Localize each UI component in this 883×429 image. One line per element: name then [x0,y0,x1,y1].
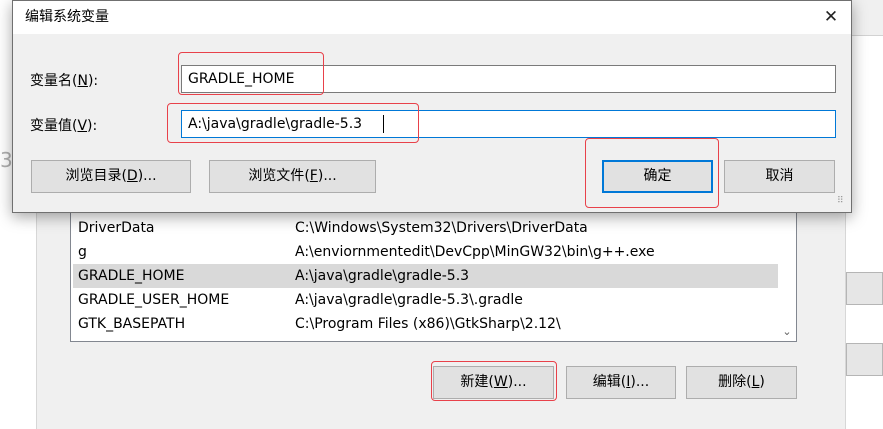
new-variable-button[interactable]: 新建(W)... [433,366,554,399]
variable-name-label-text: 变量名 [30,73,72,89]
screen: 3 DriverData C:\Windows\System32\Drivers\… [0,0,883,429]
variable-value-cell: A:\enviornmentedit\DevCpp\MinGW32\bin\g+… [295,244,655,260]
variable-value-input[interactable] [181,110,836,138]
browse-file-key: F [309,168,318,184]
browse-file-button[interactable]: 浏览文件(F)... [209,160,376,193]
ok-button[interactable]: 确定 [602,160,713,193]
variable-name-label: 变量名(N): [30,73,99,89]
variable-name-cell: GRADLE_HOME [78,268,185,284]
variable-value-label: 变量值(V): [30,118,98,134]
edit-button-suffix: ... [635,374,650,390]
browse-directory-suffix: ... [143,168,157,184]
list-scrollbar[interactable]: ⌄ [778,211,796,341]
table-row[interactable]: GRADLE_HOME A:\java\gradle\gradle-5.3 [73,264,778,288]
variable-name-cell: JAVA_HOME [78,336,158,341]
browse-file-suffix: ... [323,168,337,184]
variable-value-cell: A:\java\gradle\gradle-5.3 [295,268,470,284]
new-button-key: W [493,374,508,390]
variable-name-cell: DriverData [78,220,155,236]
edit-button-key: I [626,374,631,390]
table-row[interactable]: g A:\enviornmentedit\DevCpp\MinGW32\bin\g… [73,240,778,264]
variable-name-input[interactable] [181,65,836,93]
table-row[interactable]: DriverData C:\Windows\System32\Drivers\Dr… [73,216,778,240]
variable-name-cell: GTK_BASEPATH [78,316,186,332]
browse-directory-text: 浏览目录 [65,168,122,184]
edit-variable-button[interactable]: 编辑(I)... [566,366,676,399]
edit-system-variable-dialog: 编辑系统变量 ✕ 变量名(N): 变量值(V): 浏览目录(D)... 浏览文件… [12,0,852,213]
variable-value-label-text: 变量值 [30,118,72,134]
table-row[interactable]: GRADLE_USER_HOME A:\java\gradle\gradle-5.… [73,288,778,312]
delete-button-text: 删除 [718,374,747,390]
system-variables-list[interactable]: DriverData C:\Windows\System32\Drivers\Dr… [70,210,797,342]
table-row[interactable]: JAVA_HOME C:\Program Files\Java\jdk1.8.0_… [73,336,778,341]
background-button-fragment[interactable] [846,343,883,376]
cancel-button[interactable]: 取消 [724,160,835,193]
dialog-title: 编辑系统变量 [25,9,109,25]
variable-name-cell: g [78,244,87,260]
variable-value-access-key: V [77,118,88,134]
new-button-text: 新建 [460,374,489,390]
delete-variable-button[interactable]: 删除(L) [686,366,797,399]
variable-value-cell: C:\Program Files (x86)\GtkSharp\2.12\ [295,316,561,332]
browse-file-text: 浏览文件 [248,168,305,184]
dialog-titlebar: 编辑系统变量 ✕ [13,1,851,34]
scroll-down-arrow-icon[interactable]: ⌄ [780,325,794,339]
variable-name-cell: GRADLE_USER_HOME [78,292,230,308]
variable-name-access-key: N [77,73,88,89]
variable-value-cell: C:\Windows\System32\Drivers\DriverData [295,220,588,236]
background-button-fragment[interactable] [846,272,883,305]
close-icon[interactable]: ✕ [811,1,851,34]
browse-directory-button[interactable]: 浏览目录(D)... [31,160,191,193]
browse-directory-key: D [126,168,138,184]
new-button-suffix: ... [513,374,527,390]
text-caret [383,115,384,133]
edit-button-text: 编辑 [592,374,621,390]
delete-button-key: L [751,374,760,390]
variable-value-cell: A:\java\gradle\gradle-5.3\.gradle [295,292,523,308]
variable-value-cell: C:\Program Files\Java\jdk1.8.0_131 [295,336,538,341]
table-row[interactable]: GTK_BASEPATH C:\Program Files (x86)\GtkSh… [73,312,778,336]
resize-grip-icon[interactable]: ⠿ [837,197,849,210]
